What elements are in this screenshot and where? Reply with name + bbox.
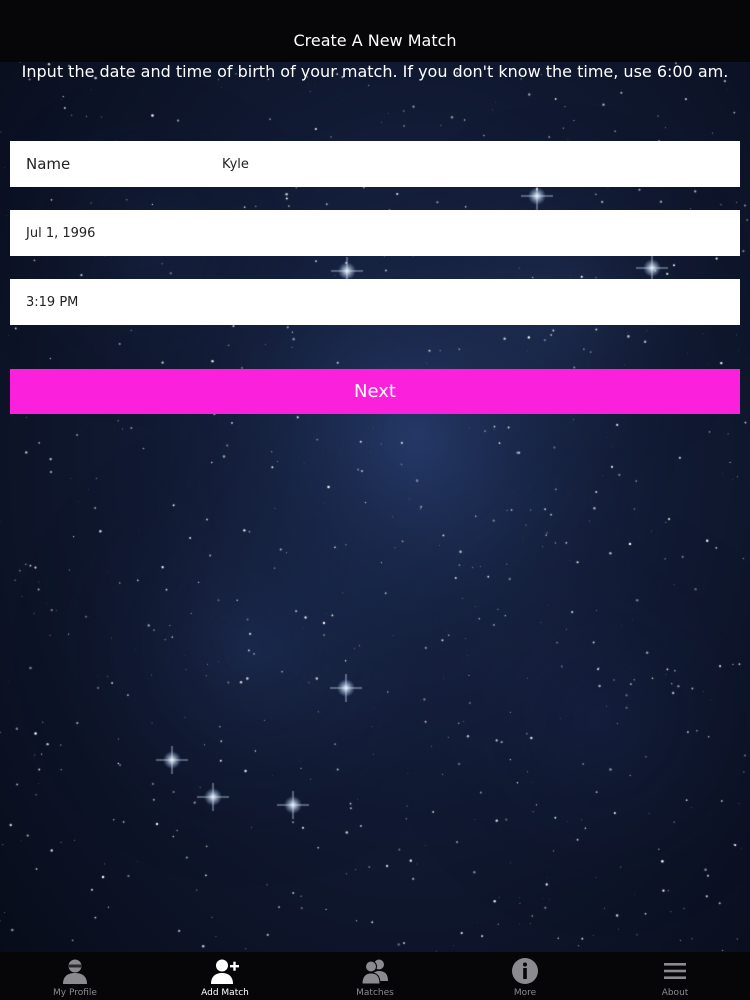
name-label: Name: [26, 155, 71, 173]
info-icon: [512, 958, 538, 984]
tab-my-profile[interactable]: My Profile: [0, 952, 150, 1000]
tab-more[interactable]: More: [450, 952, 600, 1000]
tab-about[interactable]: About: [600, 952, 750, 1000]
profile-icon: [63, 959, 87, 984]
birth-date-field[interactable]: Jul 1, 1996: [10, 210, 740, 256]
next-button[interactable]: Next: [10, 369, 740, 414]
tab-label: Matches: [356, 988, 394, 998]
tab-add-match[interactable]: Add Match: [150, 952, 300, 1000]
tab-label: More: [513, 988, 537, 998]
tab-matches[interactable]: Matches: [300, 952, 450, 1000]
instructions-text: Input the date and time of birth of your…: [21, 62, 729, 81]
name-input[interactable]: Kyle: [222, 157, 249, 172]
tab-bar: My Profile Add Match Matches More About: [0, 952, 750, 1000]
add-user-icon: [211, 959, 239, 984]
tab-label: About: [661, 988, 689, 998]
birth-time-field[interactable]: 3:19 PM: [10, 279, 740, 325]
navigation-bar: Create A New Match: [0, 0, 750, 62]
name-field[interactable]: Name Kyle: [10, 141, 740, 187]
page-title: Create A New Match: [293, 30, 457, 50]
tab-label: My Profile: [53, 988, 97, 998]
tab-label: Add Match: [201, 988, 249, 998]
menu-icon: [664, 963, 686, 979]
birth-date-value: Jul 1, 1996: [26, 225, 96, 241]
group-icon: [361, 959, 388, 985]
birth-time-value: 3:19 PM: [26, 294, 79, 310]
